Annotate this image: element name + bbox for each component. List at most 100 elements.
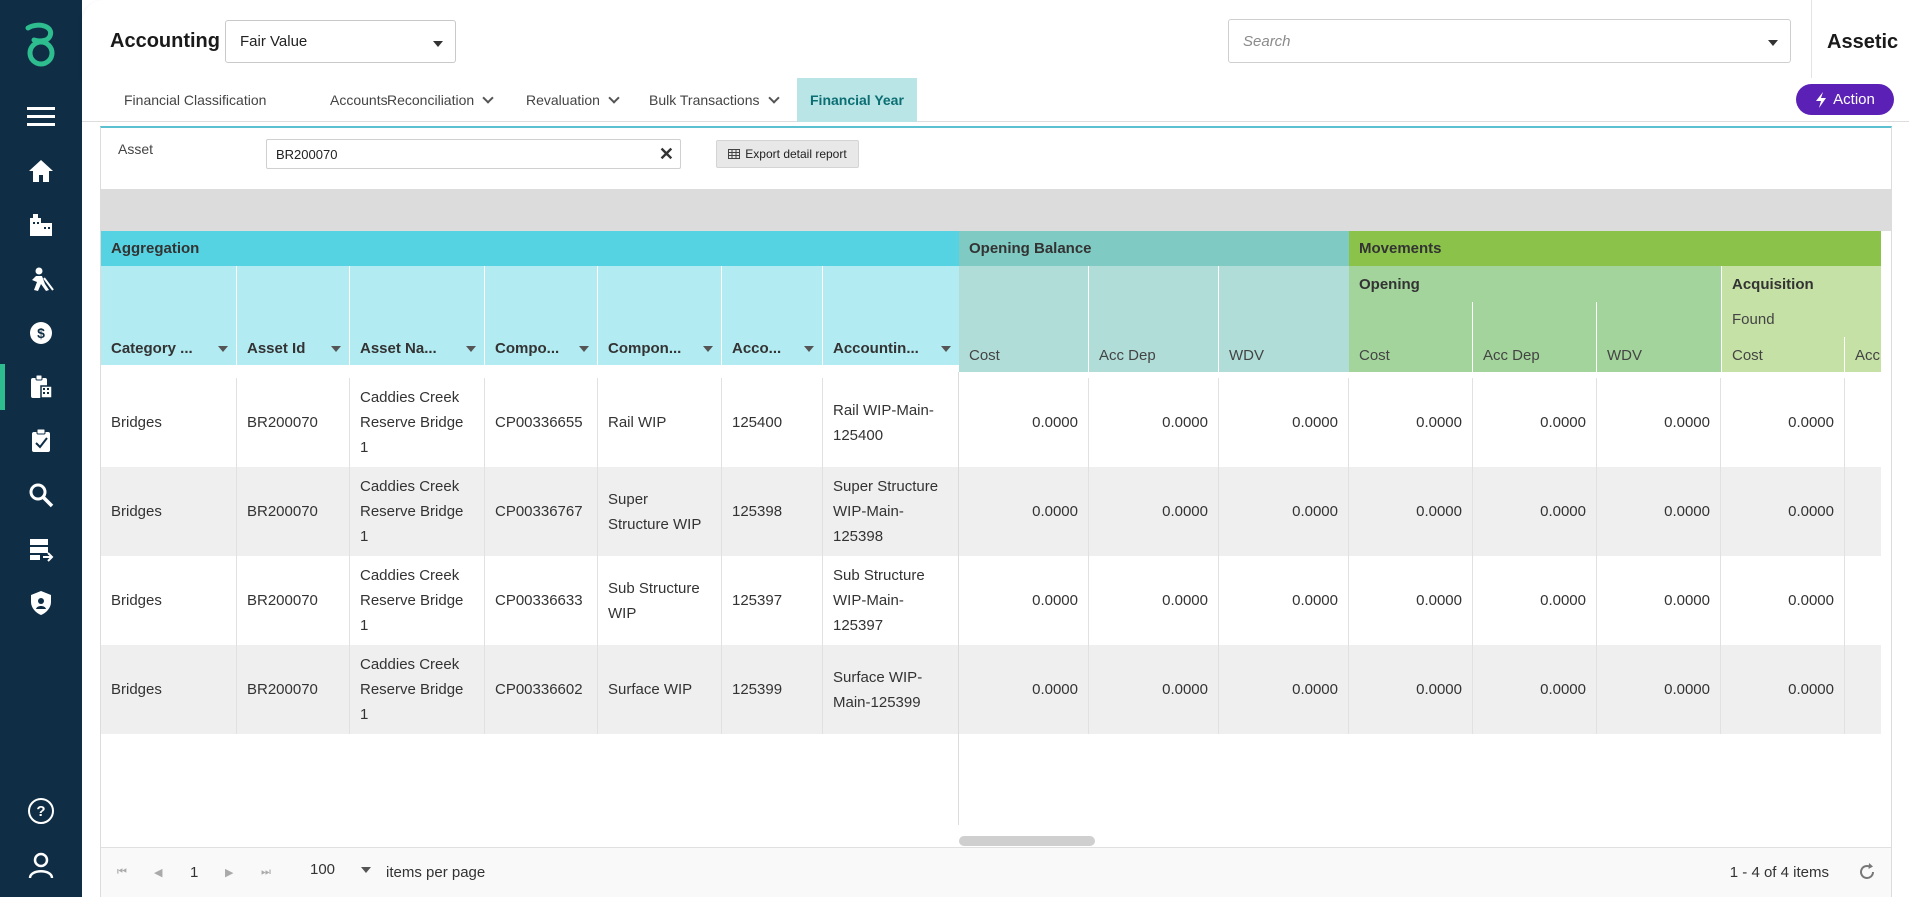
column-title: Asset Na... xyxy=(360,340,437,357)
nav-financial-year[interactable]: Financial Year xyxy=(797,78,917,122)
home-icon[interactable] xyxy=(24,154,58,188)
caret-down-icon xyxy=(361,867,371,873)
table-cell xyxy=(1845,378,1881,467)
table-cell: CP00336767 xyxy=(485,467,598,556)
nav-revaluation[interactable]: Revaluation xyxy=(526,78,620,122)
column-header-component-name[interactable]: Compon... xyxy=(598,266,722,365)
table-cell: 0.0000 xyxy=(1219,378,1349,467)
column-header-op-cost[interactable]: Cost xyxy=(1349,302,1473,372)
table-cell: 0.0000 xyxy=(1597,378,1721,467)
table-cell: Sub Structure WIP-Main-125397 xyxy=(823,556,959,645)
last-page-icon[interactable]: ⏭ xyxy=(261,866,271,879)
chevron-down-icon xyxy=(767,92,780,104)
refresh-icon[interactable] xyxy=(1857,862,1877,882)
column-header-component-id[interactable]: Compo... xyxy=(485,266,598,365)
table-cell: 125400 xyxy=(722,378,823,467)
assetic-logo-icon[interactable] xyxy=(20,22,62,70)
filter-icon[interactable] xyxy=(331,346,341,352)
security-icon[interactable] xyxy=(24,586,58,620)
global-search-input[interactable]: Search xyxy=(1228,19,1791,63)
table-cell: 0.0000 xyxy=(1721,556,1845,645)
column-header-ob-acc-dep[interactable]: Acc Dep xyxy=(1089,266,1219,372)
group-movements: Movements xyxy=(1349,231,1881,266)
pager: ⏮ ◀ 1 ▶ ⏭ 100 items per page 1 - 4 of 4 … xyxy=(101,847,1891,897)
nav-label: Reconciliation xyxy=(387,92,475,108)
top-bar: Accounting Fair Value Search Assetic xyxy=(82,0,1909,78)
filter-icon[interactable] xyxy=(579,346,589,352)
svg-text:?: ? xyxy=(36,803,45,820)
next-page-icon[interactable]: ▶ xyxy=(225,866,233,879)
nav-accounts[interactable]: Accounts xyxy=(330,78,388,122)
accounting-icon[interactable] xyxy=(24,370,58,404)
asset-filter-label: Asset xyxy=(118,141,154,157)
table-cell: 0.0000 xyxy=(1089,467,1219,556)
pager-info: 1 - 4 of 4 items xyxy=(1729,864,1829,881)
table-cell: BR200070 xyxy=(237,378,350,467)
table-cell: 0.0000 xyxy=(1473,378,1597,467)
search-icon[interactable] xyxy=(24,478,58,512)
export-label: Export detail report xyxy=(745,147,847,161)
table-cell: Rail WIP-Main-125400 xyxy=(823,378,959,467)
column-header-category[interactable]: Category ... xyxy=(101,266,237,365)
column-title: Compo... xyxy=(495,340,560,357)
data-transfer-icon[interactable] xyxy=(24,532,58,566)
user-icon[interactable] xyxy=(24,848,58,882)
column-header-acq-acc[interactable]: Acc xyxy=(1845,337,1881,372)
nav-bulk-transactions[interactable]: Bulk Transactions xyxy=(649,78,780,122)
prev-page-icon[interactable]: ◀ xyxy=(154,866,162,879)
nav-label: Financial Classification xyxy=(124,92,267,108)
table-cell: CP00336655 xyxy=(485,378,598,467)
table-cell: 0.0000 xyxy=(1721,467,1845,556)
page-size-select[interactable]: 100 xyxy=(310,861,371,878)
filter-icon[interactable] xyxy=(466,346,476,352)
filter-icon[interactable] xyxy=(703,346,713,352)
column-header-asset-id[interactable]: Asset Id xyxy=(237,266,350,365)
filter-icon[interactable] xyxy=(941,346,951,352)
column-header-accounting-group[interactable]: Accountin... xyxy=(823,266,959,365)
column-header-op-wdv[interactable]: WDV xyxy=(1597,302,1721,372)
export-detail-report-button[interactable]: Export detail report xyxy=(716,140,859,168)
column-header-ob-cost[interactable]: Cost xyxy=(959,266,1089,372)
table-cell: Bridges xyxy=(101,645,237,734)
column-header-ob-wdv[interactable]: WDV xyxy=(1219,266,1349,372)
nav-financial-classification[interactable]: Financial Classification xyxy=(124,78,266,122)
nav-reconciliation[interactable]: Reconciliation xyxy=(387,78,494,122)
table-cell: 0.0000 xyxy=(1089,378,1219,467)
group-found: Found xyxy=(1721,302,1881,337)
filter-icon[interactable] xyxy=(218,346,228,352)
finance-icon[interactable]: $ xyxy=(24,316,58,350)
help-icon[interactable]: ? xyxy=(24,794,58,828)
horizontal-scrollbar[interactable] xyxy=(959,836,1095,846)
app-title: Accounting xyxy=(110,30,220,52)
clear-icon[interactable]: ✕ xyxy=(659,144,674,165)
menu-icon[interactable] xyxy=(24,99,58,133)
column-header-asset-name[interactable]: Asset Na... xyxy=(350,266,485,365)
filter-icon[interactable] xyxy=(804,346,814,352)
nav-label: Accounts xyxy=(330,92,388,108)
table-cell: 0.0000 xyxy=(1349,467,1473,556)
lightning-icon xyxy=(1816,91,1827,108)
divider xyxy=(958,372,959,825)
current-page[interactable]: 1 xyxy=(190,864,198,881)
group-drop-area xyxy=(101,189,1891,231)
table-cell xyxy=(1845,645,1881,734)
table-cell: 0.0000 xyxy=(959,378,1089,467)
context-select[interactable]: Fair Value xyxy=(225,20,456,63)
column-header-op-acc-dep[interactable]: Acc Dep xyxy=(1473,302,1597,372)
table-cell: 0.0000 xyxy=(1089,645,1219,734)
assessment-icon[interactable] xyxy=(24,424,58,458)
column-header-acq-cost[interactable]: Cost xyxy=(1721,337,1845,372)
table-cell: 0.0000 xyxy=(1349,556,1473,645)
buildings-icon[interactable] xyxy=(24,208,58,242)
table-cell: Sub Structure WIP xyxy=(598,556,722,645)
column-header-account[interactable]: Acco... xyxy=(722,266,823,365)
table-cell: Bridges xyxy=(101,378,237,467)
data-grid: Aggregation Opening Balance Movements Op… xyxy=(101,231,1881,825)
table-cell: 0.0000 xyxy=(959,467,1089,556)
table-cell: 0.0000 xyxy=(1219,467,1349,556)
active-indicator xyxy=(0,364,5,410)
action-button[interactable]: Action xyxy=(1796,84,1894,115)
worker-icon[interactable] xyxy=(24,262,58,296)
asset-filter-input[interactable]: BR200070 ✕ xyxy=(266,139,681,169)
first-page-icon[interactable]: ⏮ xyxy=(117,866,127,879)
